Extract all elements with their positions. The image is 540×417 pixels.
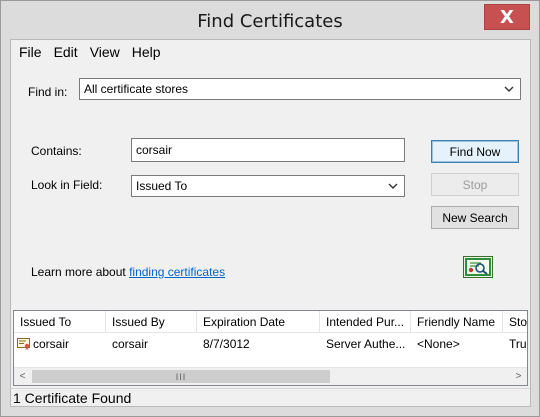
contains-label: Contains: bbox=[31, 144, 82, 158]
menu-edit[interactable]: Edit bbox=[52, 44, 84, 60]
menu-file[interactable]: File bbox=[17, 44, 48, 60]
results-header: Issued To Issued By Expiration Date Inte… bbox=[14, 311, 527, 333]
contains-value: corsair bbox=[136, 143, 173, 157]
chevron-down-icon bbox=[388, 183, 398, 189]
cell-issued-by: corsair bbox=[112, 337, 149, 351]
status-bar: 1 Certificate Found bbox=[11, 388, 530, 407]
find-in-value: All certificate stores bbox=[84, 82, 189, 96]
title-bar: Find Certificates X bbox=[1, 1, 539, 39]
look-in-field-label: Look in Field: bbox=[31, 178, 103, 192]
table-row[interactable]: corsair corsair 8/7/3012 Server Authe...… bbox=[14, 334, 527, 354]
learn-more-prefix: Learn more about bbox=[31, 265, 130, 279]
contains-input[interactable]: corsair bbox=[131, 138, 405, 162]
find-in-select[interactable]: All certificate stores bbox=[79, 78, 521, 100]
new-search-button[interactable]: New Search bbox=[431, 206, 519, 229]
cell-store: Trus bbox=[509, 337, 527, 351]
column-header-expiration-date[interactable]: Expiration Date bbox=[197, 311, 320, 333]
column-header-issued-by[interactable]: Issued By bbox=[106, 311, 197, 333]
menu-view[interactable]: View bbox=[88, 44, 126, 60]
cell-intended-purposes: Server Authe... bbox=[326, 337, 406, 351]
scroll-right-icon[interactable]: > bbox=[510, 368, 527, 385]
results-list[interactable]: Issued To Issued By Expiration Date Inte… bbox=[13, 310, 528, 386]
finding-certificates-link[interactable]: finding certificates bbox=[129, 265, 225, 279]
scrollbar-grip: III bbox=[175, 371, 187, 382]
look-in-field-select[interactable]: Issued To bbox=[131, 175, 405, 197]
scrollbar-thumb[interactable]: III bbox=[32, 370, 330, 383]
cell-issued-to: corsair bbox=[14, 334, 106, 354]
find-now-button[interactable]: Find Now bbox=[431, 140, 519, 163]
chevron-down-icon bbox=[504, 86, 514, 92]
cell-issued-to-text: corsair bbox=[33, 337, 70, 351]
column-header-store[interactable]: Store bbox=[503, 311, 527, 333]
cell-friendly-name: <None> bbox=[417, 337, 460, 351]
column-header-intended-purposes[interactable]: Intended Pur... bbox=[320, 311, 411, 333]
scroll-left-icon[interactable]: < bbox=[14, 368, 31, 385]
stop-button[interactable]: Stop bbox=[431, 173, 519, 196]
close-icon: X bbox=[500, 6, 514, 28]
status-text: 1 Certificate Found bbox=[13, 390, 132, 406]
column-header-issued-to[interactable]: Issued To bbox=[14, 311, 106, 333]
find-in-label: Find in: bbox=[28, 85, 68, 99]
column-header-friendly-name[interactable]: Friendly Name bbox=[411, 311, 503, 333]
window-title: Find Certificates bbox=[197, 11, 343, 32]
learn-more-text: Learn more about finding certificates bbox=[31, 265, 225, 279]
look-in-field-value: Issued To bbox=[136, 179, 188, 193]
menu-bar: File Edit View Help bbox=[11, 40, 530, 64]
close-button[interactable]: X bbox=[484, 4, 530, 30]
certificate-icon bbox=[17, 338, 30, 350]
dialog-client-area: File Edit View Help Find in: All certifi… bbox=[10, 39, 531, 407]
find-certificates-window: Find Certificates X File Edit View Help … bbox=[0, 0, 540, 417]
horizontal-scrollbar[interactable]: < III > bbox=[14, 367, 527, 385]
menu-help[interactable]: Help bbox=[130, 44, 167, 60]
certificate-search-icon bbox=[463, 256, 493, 278]
cell-expiration-date: 8/7/3012 bbox=[203, 337, 250, 351]
